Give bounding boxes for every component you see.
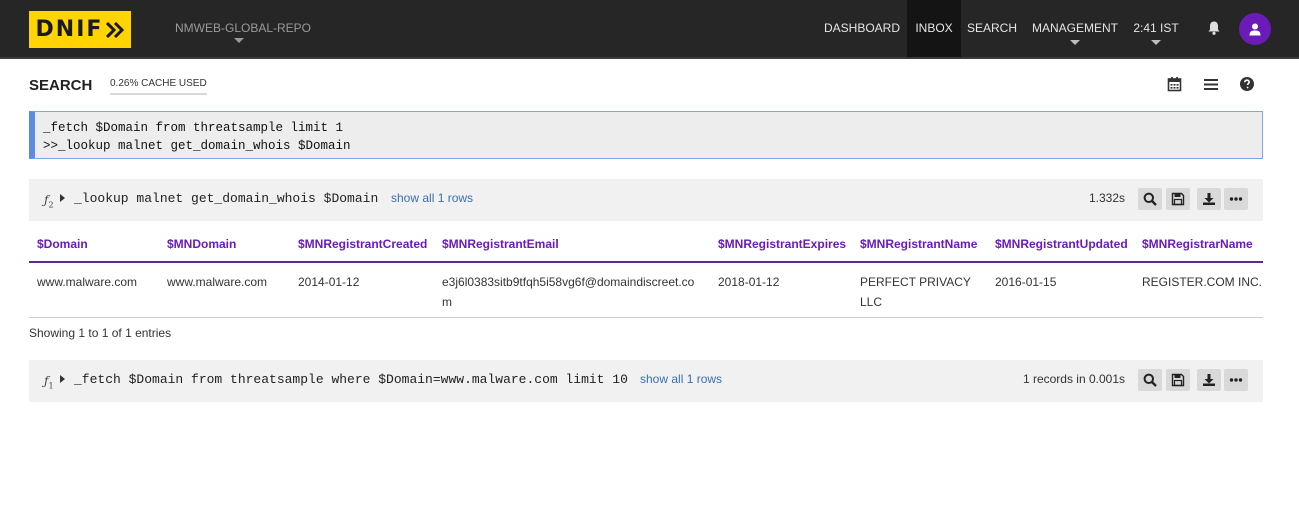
calendar-icon[interactable] (1167, 76, 1183, 92)
query-editor[interactable]: _fetch $Domain from threatsample limit 1… (29, 111, 1263, 159)
query-line: >>_lookup malnet get_domain_whois $Domai… (43, 139, 351, 153)
save-icon (1171, 192, 1185, 206)
table-cell: e3j6l0383sitb9tfqh5i58vg6f@domaindiscree… (442, 275, 695, 309)
table-cell: 2016-01-15 (995, 275, 1057, 289)
nav-inbox[interactable]: INBOX (907, 0, 961, 57)
column-header[interactable]: $MNRegistrarName (1142, 237, 1253, 251)
download-result-button[interactable] (1197, 369, 1221, 391)
more-options-button[interactable] (1224, 369, 1248, 391)
column-header[interactable]: $MNRegistrantEmail (442, 237, 559, 251)
user-avatar[interactable] (1239, 13, 1271, 45)
chevron-down-icon (1151, 40, 1161, 45)
nav-management-label: MANAGEMENT (1031, 21, 1118, 35)
nav-time-label: 2:41 IST (1133, 21, 1179, 35)
table-cell: PERFECT PRIVACY LLC (860, 275, 971, 309)
column-header[interactable]: $MNDomain (167, 237, 236, 251)
top-bar: DNIF NMWEB-GLOBAL-REPO DASHBOARD INBOX S… (0, 0, 1299, 59)
repo-chevron-down-icon[interactable] (234, 38, 244, 43)
dnif-logo[interactable]: DNIF (29, 11, 131, 48)
chevron-down-icon (1070, 40, 1080, 45)
search-icon (1143, 373, 1157, 387)
user-icon (1249, 23, 1261, 36)
table-row[interactable]: www.malware.com www.malware.com 2014-01-… (29, 263, 1263, 318)
download-icon (1203, 193, 1215, 205)
column-header[interactable]: $Domain (37, 237, 88, 251)
chevrons-right-icon (106, 21, 125, 38)
table-cell: www.malware.com (37, 275, 138, 289)
show-all-rows-link[interactable]: show all 1 rows (640, 372, 722, 386)
download-result-button[interactable] (1197, 188, 1221, 210)
column-header[interactable]: $MNRegistrantCreated (298, 237, 427, 251)
search-result-button[interactable] (1138, 188, 1162, 210)
result-query: _lookup malnet get_domain_whois $Domain (74, 191, 379, 206)
save-icon (1171, 373, 1185, 387)
save-result-button[interactable] (1166, 188, 1190, 210)
table-cell: REGISTER.COM INC. (1142, 275, 1263, 289)
logo-text: DNIF (35, 17, 104, 42)
help-icon[interactable] (1239, 76, 1255, 92)
bell-icon[interactable] (1206, 20, 1222, 36)
download-icon (1203, 374, 1215, 386)
table-cell: www.malware.com (167, 275, 268, 289)
search-icon (1143, 192, 1157, 206)
search-result-button[interactable] (1138, 369, 1162, 391)
query-timing: 1 records in 0.001s (1022, 372, 1125, 386)
table-cell: 2014-01-12 (298, 275, 360, 289)
save-result-button[interactable] (1166, 369, 1190, 391)
function-label: ƒ1 (44, 374, 54, 391)
table-header-row: $Domain $MNDomain $MNRegistrantCreated $… (29, 222, 1263, 263)
repo-selector[interactable]: NMWEB-GLOBAL-REPO (175, 21, 311, 35)
more-icon (1229, 197, 1243, 201)
result-panel-header: ƒ2 _lookup malnet get_domain_whois $Doma… (29, 179, 1263, 221)
result-query: _fetch $Domain from threatsample where $… (74, 372, 628, 387)
query-line: _fetch $Domain from threatsample limit 1 (43, 121, 344, 135)
result-panel-header: ƒ1 _fetch $Domain from threatsample wher… (29, 360, 1263, 402)
page-title: SEARCH (29, 77, 93, 94)
expand-caret-icon[interactable] (60, 194, 65, 202)
column-header[interactable]: $MNRegistrantExpires (718, 237, 846, 251)
entries-info: Showing 1 to 1 of 1 entries (29, 326, 172, 340)
column-header[interactable]: $MNRegistrantName (860, 237, 977, 251)
nav-time[interactable]: 2:41 IST (1126, 0, 1186, 57)
table-cell: 2018-01-12 (718, 275, 780, 289)
more-options-button[interactable] (1224, 188, 1248, 210)
query-timing: 1.332s (1088, 191, 1125, 205)
expand-caret-icon[interactable] (60, 375, 65, 383)
list-icon[interactable] (1203, 76, 1219, 92)
more-icon (1229, 378, 1243, 382)
nav-search[interactable]: SEARCH (962, 0, 1022, 57)
nav-management[interactable]: MANAGEMENT (1024, 0, 1126, 57)
show-all-rows-link[interactable]: show all 1 rows (391, 191, 473, 205)
function-label: ƒ2 (44, 193, 54, 210)
cache-usage-badge: 0.26% CACHE USED (110, 76, 207, 95)
nav-dashboard[interactable]: DASHBOARD (819, 0, 905, 57)
column-header[interactable]: $MNRegistrantUpdated (995, 237, 1128, 251)
